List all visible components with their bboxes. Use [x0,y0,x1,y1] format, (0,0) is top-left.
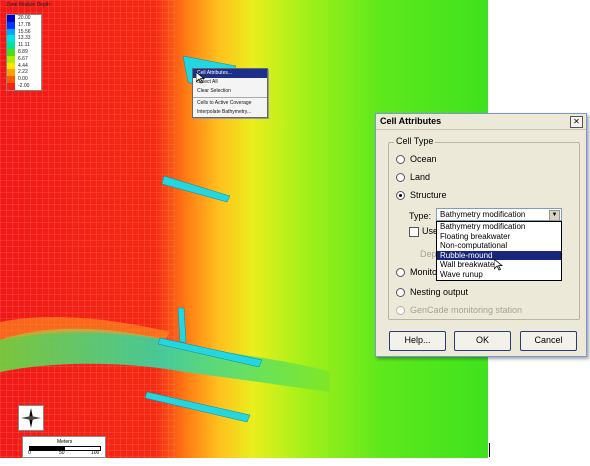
radio-ocean[interactable]: Ocean [396,154,437,164]
use-checkbox[interactable] [409,227,419,237]
legend-entry: 13.33 [7,35,41,43]
legend-entry: 15.56 [7,28,41,36]
radio-monitor[interactable]: Monito [396,267,437,277]
legend-label: 15.56 [18,28,31,35]
depth-legend: 20.00 17.78 15.56 13.33 11.11 8.89 6.67 4.44 2.2… [6,14,42,91]
radio-nesting-output[interactable]: Nesting output [396,287,468,297]
radio-dot [396,305,405,315]
chevron-down-icon[interactable]: ▼ [549,210,560,221]
type-dropdown-list[interactable]: Bathymetry modification Floating breakwat… [436,221,562,281]
legend-title: Zone Module Depth [6,2,50,8]
radio-dot [396,154,405,164]
help-button[interactable]: Help... [389,331,446,351]
legend-swatch [7,69,15,77]
legend-entry: 8.89 [7,48,41,56]
legend-swatch [7,82,15,90]
context-menu-item[interactable]: Cells to Active Coverage [193,99,267,108]
text-caret [489,443,490,457]
radio-label: GenCade monitoring station [410,305,523,315]
cell-attributes-dialog[interactable]: Cell Attributes ✕ Cell Type Ocean Land S… [375,113,587,357]
radio-gencade-station: GenCade monitoring station [396,305,522,315]
scale-unit: Meters [57,439,73,445]
mouse-cursor-icon [494,259,504,271]
legend-label: 4.44 [18,62,28,69]
north-arrow [18,405,44,431]
type-select-value: Bathymetry modification [440,210,526,219]
legend-entry: 6.67 [7,55,41,63]
legend-entry: 11.11 [7,42,41,49]
legend-entry: 20.00 [7,15,41,22]
legend-label: 0.00 [18,76,28,83]
scale-tick: 100 [91,450,100,456]
type-label: Type: [409,211,432,221]
cancel-button[interactable]: Cancel [520,331,577,351]
cell-type-label: Cell Type [394,136,436,146]
legend-label: 13.33 [18,35,31,42]
depth-label: Dep [420,249,437,259]
legend-swatch [7,21,15,29]
scale-tick: 50 [59,450,65,456]
compass-icon [21,408,41,428]
legend-swatch [7,42,15,49]
radio-dot [396,172,405,182]
radio-land[interactable]: Land [396,172,430,182]
legend-label: 8.89 [18,48,28,55]
type-option[interactable]: Bathymetry modification [437,222,561,232]
scale-tick: 0 [28,450,31,456]
legend-entry: 0.00 [7,76,41,83]
legend-entry: 17.78 [7,21,41,29]
legend-swatch [7,35,15,43]
legend-label: 20.00 [18,15,31,21]
legend-swatch [7,15,15,22]
legend-entry: -2.00 [7,82,41,90]
legend-label: 11.11 [18,42,30,49]
radio-dot [396,190,405,200]
legend-entry: 2.22 [7,69,41,77]
legend-label: -2.00 [18,82,30,89]
radio-label: Monito [410,267,438,277]
radio-dot [396,287,405,297]
close-button[interactable]: ✕ [570,116,583,128]
type-option[interactable]: Floating breakwater [437,232,561,242]
legend-swatch [7,48,15,56]
radio-label: Structure [410,190,447,200]
legend-label: 6.67 [18,55,28,62]
legend-entry: 4.44 [7,62,41,70]
radio-label: Nesting output [410,287,469,297]
type-option[interactable]: Non-computational [437,241,561,251]
context-menu-item[interactable]: Interpolate Bathymetry... [193,108,267,117]
legend-swatch [7,55,15,63]
legend-label: 17.78 [18,21,31,28]
mouse-cursor-icon [196,72,206,84]
radio-label: Ocean [410,154,437,164]
radio-structure[interactable]: Structure [396,190,447,200]
legend-swatch [7,62,15,70]
legend-swatch [7,76,15,83]
legend-swatch [7,28,15,36]
radio-label: Land [410,172,431,182]
legend-label: 2.22 [18,69,28,76]
type-option[interactable]: Wave runup [437,270,561,280]
radio-dot [396,267,405,277]
context-menu-item[interactable]: Clear Selection [193,87,267,96]
scale-bar: Meters 0 50 100 [22,436,106,458]
menu-separator [193,97,267,98]
ok-button[interactable]: OK [454,331,511,351]
type-select[interactable]: Bathymetry modification ▼ [436,208,562,221]
dialog-titlebar[interactable]: Cell Attributes ✕ [376,114,586,130]
dialog-title: Cell Attributes [380,116,442,126]
